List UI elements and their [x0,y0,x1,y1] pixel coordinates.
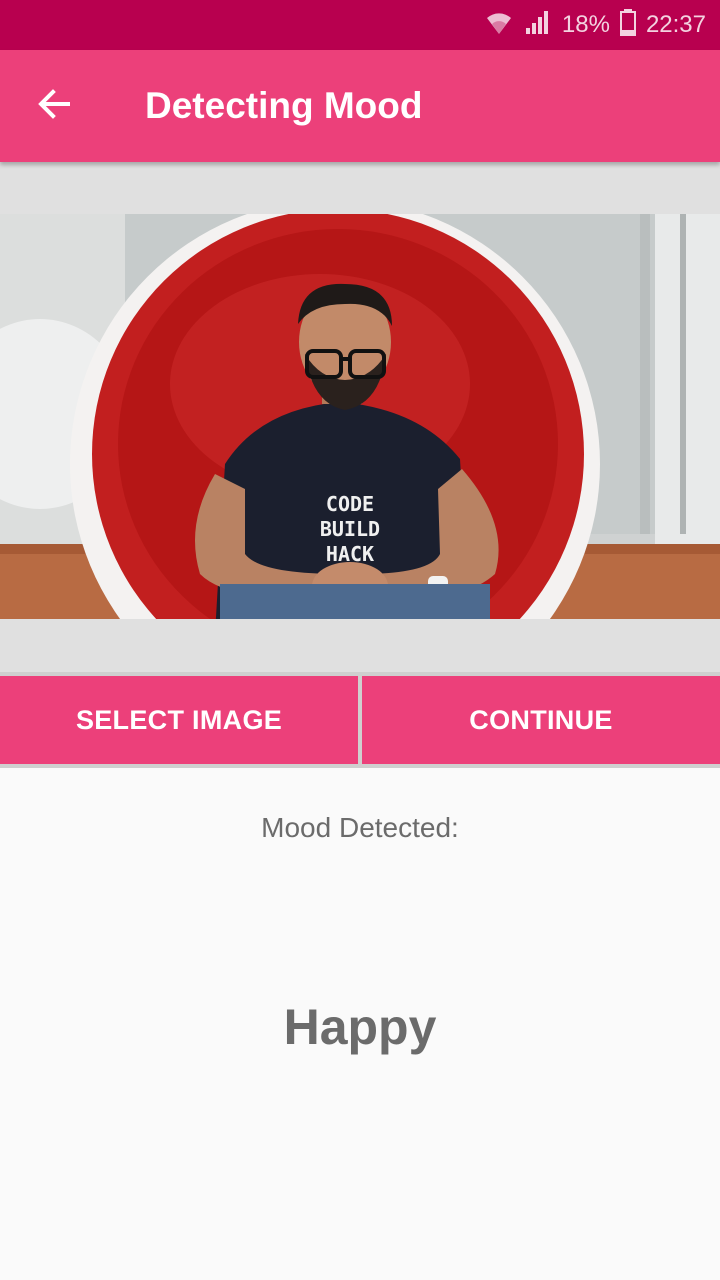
app-toolbar: Detecting Mood [0,50,720,162]
image-preview-area: CODE BUILD HACK [0,162,720,672]
select-image-button[interactable]: SELECT IMAGE [0,676,358,764]
mood-result-panel: Mood Detected: Happy [0,768,720,1280]
signal-icon [524,8,552,43]
svg-text:BUILD: BUILD [320,517,380,541]
arrow-back-icon [36,86,72,127]
mood-detected-label: Mood Detected: [261,812,459,843]
page-title: Detecting Mood [145,85,423,126]
status-bar: 18% 22:37 [0,0,720,50]
selected-photo: CODE BUILD HACK [0,214,720,619]
battery-icon [619,8,636,43]
status-time: 22:37 [645,11,706,38]
mood-value: Happy [283,999,437,1055]
continue-button[interactable]: CONTINUE [362,676,720,764]
svg-text:CODE: CODE [326,492,374,516]
status-icons: 18% 22:37 [484,0,706,50]
svg-text:HACK: HACK [326,542,374,566]
back-button[interactable] [22,74,86,138]
battery-percent: 18% [561,11,610,38]
action-button-row: SELECT IMAGE CONTINUE [0,672,720,768]
wifi-icon [484,8,514,43]
